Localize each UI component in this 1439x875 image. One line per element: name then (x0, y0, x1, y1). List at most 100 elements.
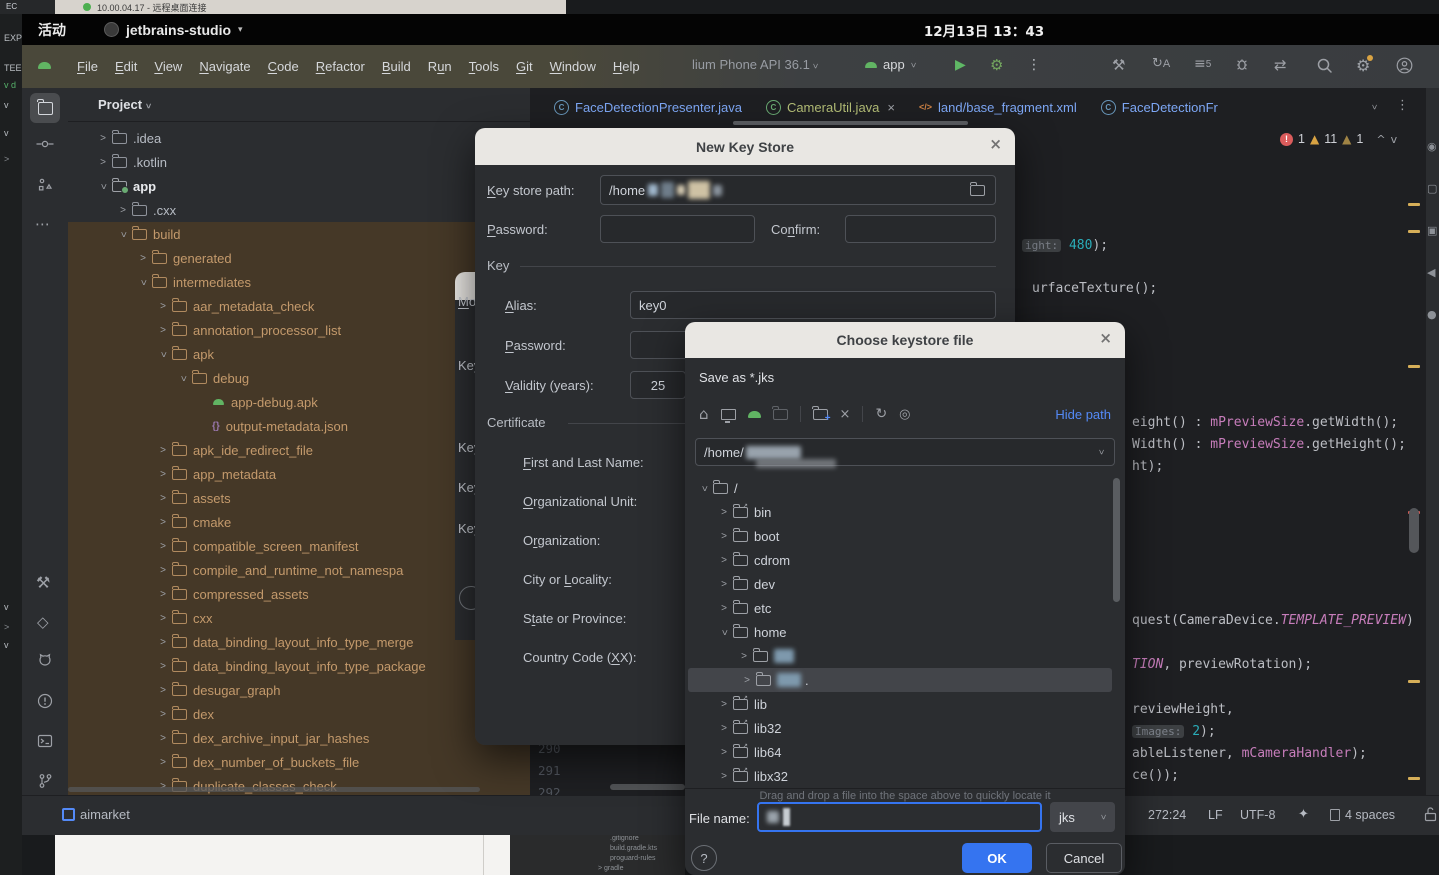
tree-chevron-icon[interactable]: > (717, 603, 731, 614)
tree-chevron-icon[interactable]: > (717, 699, 731, 710)
project-directory-icon[interactable] (773, 409, 788, 420)
tree-chevron-icon[interactable]: > (717, 507, 731, 518)
settings-icon[interactable]: ⚙ (1356, 56, 1370, 75)
tree-chevron-icon[interactable]: > (156, 325, 170, 336)
scrollbar-error-stripe[interactable] (1408, 680, 1420, 683)
tree-chevron-icon[interactable]: > (156, 565, 170, 576)
file-tree-item[interactable]: >cdrom (685, 548, 1125, 572)
menu-item-help[interactable]: Help (613, 59, 640, 74)
prev-problem-icon[interactable]: ^ (1376, 133, 1385, 146)
notifications-icon[interactable]: ◉ (1427, 140, 1437, 153)
git-branch-tool-icon[interactable] (38, 773, 53, 789)
tree-chevron-icon[interactable]: > (98, 179, 109, 193)
highlighting-level-icon[interactable]: ✦ (1298, 807, 1309, 822)
file-name-input[interactable] (757, 802, 1042, 832)
scrollbar-thumb[interactable] (1409, 508, 1419, 553)
run-tasks-list-icon[interactable]: ≡5 (1194, 56, 1211, 72)
project-tree-item[interactable]: >desugar_graph (68, 678, 530, 702)
tree-chevron-icon[interactable]: > (156, 637, 170, 648)
more-tool-windows-icon[interactable]: ⋯ (35, 215, 50, 233)
tree-chevron-icon[interactable]: > (156, 685, 170, 696)
sync-project-icon[interactable]: ⇄ (1274, 56, 1287, 74)
build-tool-icon[interactable]: ⚒ (36, 573, 50, 592)
activities-button[interactable]: 活动 (38, 20, 66, 40)
terminal-tool-icon[interactable] (37, 733, 53, 749)
ok-button[interactable]: OK (962, 843, 1032, 873)
project-tree-item[interactable]: >build (68, 222, 530, 246)
profile-icon[interactable] (1396, 57, 1413, 74)
combobox-chevron-icon[interactable]: > (1096, 449, 1106, 454)
tree-chevron-icon[interactable]: > (158, 347, 169, 361)
file-tree-item[interactable]: >↗lib (685, 692, 1125, 716)
android-sdk-icon[interactable] (748, 411, 761, 418)
scrollbar-error-stripe[interactable] (1408, 365, 1420, 368)
close-icon[interactable]: × (1099, 331, 1112, 346)
code-line[interactable]: ableListener, mCameraHandler); (1132, 746, 1367, 761)
menu-item-edit[interactable]: Edit (115, 59, 137, 74)
run-configuration-selector[interactable]: app > (865, 57, 916, 72)
device-selector[interactable]: lium Phone API 36.1 > (692, 57, 819, 72)
editor-scrollbar-horizontal[interactable] (610, 784, 685, 790)
editor-tab[interactable]: CFaceDetectionFr (1089, 88, 1230, 126)
tree-scrollbar[interactable] (1113, 478, 1120, 602)
code-line[interactable]: quest(CameraDevice.TEMPLATE_PREVIEW) (1132, 613, 1414, 628)
code-line[interactable]: ce()); (1132, 768, 1179, 783)
key-store-path-input[interactable]: /home (600, 175, 996, 205)
search-everywhere-icon[interactable] (1316, 57, 1333, 74)
scrollbar-error-stripe[interactable] (1408, 230, 1420, 233)
more-actions-icon[interactable]: ⋮ (1027, 57, 1041, 73)
tree-chevron-icon[interactable]: > (156, 757, 170, 768)
tabs-more-icon[interactable]: ⋮ (1396, 98, 1409, 113)
path-combobox[interactable]: /home/ > (695, 438, 1115, 466)
help-button[interactable]: ? (691, 845, 717, 871)
tree-chevron-icon[interactable]: > (740, 675, 754, 686)
browse-folder-icon[interactable] (970, 185, 985, 196)
tree-chevron-icon[interactable]: > (156, 733, 170, 744)
tree-chevron-icon[interactable]: > (156, 301, 170, 312)
file-tree-item[interactable]: >etc (685, 596, 1125, 620)
code-line[interactable]: ht); (1132, 459, 1163, 474)
lock-icon[interactable] (1424, 807, 1437, 822)
confirm-input[interactable] (845, 215, 996, 243)
inspections-widget[interactable]: ! 1 ▲ 11 ▲ 1 ^ v (1280, 132, 1397, 146)
tab-close-icon[interactable]: × (887, 100, 895, 115)
file-tree-item[interactable]: >↗libx32 (685, 764, 1125, 788)
file-tree-item[interactable]: >boot (685, 524, 1125, 548)
tree-chevron-icon[interactable]: > (116, 205, 130, 216)
tree-chevron-icon[interactable]: > (96, 157, 110, 168)
debug-attach-icon[interactable] (1234, 56, 1250, 72)
gem-plugin-icon[interactable]: ◇ (37, 613, 49, 631)
menu-item-file[interactable]: File (77, 59, 98, 74)
menu-item-refactor[interactable]: Refactor (316, 59, 365, 74)
project-tree-item[interactable]: >.idea (68, 126, 530, 150)
cancel-button[interactable]: Cancel (1046, 843, 1122, 873)
editor-scrollbar-vertical[interactable] (1406, 128, 1422, 800)
alias-input[interactable]: key0 (630, 291, 996, 319)
tree-chevron-icon[interactable]: > (156, 469, 170, 480)
tree-chevron-icon[interactable]: > (156, 709, 170, 720)
tree-chevron-icon[interactable]: > (156, 541, 170, 552)
project-scrollbar-horizontal[interactable] (68, 787, 480, 792)
dialog-titlebar[interactable]: New Key Store × (475, 128, 1015, 165)
code-line[interactable]: Width() : mPreviewSize.getHeight(); (1132, 437, 1406, 452)
tree-chevron-icon[interactable]: > (156, 517, 170, 528)
tree-chevron-icon[interactable]: > (717, 579, 731, 590)
gradle-icon[interactable]: ● (1427, 308, 1437, 321)
password-input[interactable] (600, 215, 755, 243)
status-line-separator[interactable]: LF (1208, 808, 1223, 822)
file-tree-item[interactable]: >↗lib32 (685, 716, 1125, 740)
tree-chevron-icon[interactable]: > (717, 555, 731, 566)
scrollbar-error-stripe[interactable] (1408, 777, 1420, 780)
commit-tool-icon[interactable] (36, 137, 54, 151)
code-line[interactable]: ight: 480); (1022, 238, 1108, 253)
tree-chevron-icon[interactable]: > (719, 625, 730, 639)
code-line[interactable]: reviewHeight, (1132, 702, 1234, 717)
project-tree-item[interactable]: >dex_number_of_buckets_file (68, 750, 530, 774)
new-folder-icon[interactable]: + (813, 409, 828, 420)
tree-chevron-icon[interactable]: > (118, 227, 129, 241)
emulator-icon[interactable]: ▣ (1427, 224, 1437, 237)
menu-item-navigate[interactable]: Navigate (199, 59, 250, 74)
file-tree-item[interactable]: >/ (685, 476, 1125, 500)
project-tree-item[interactable]: >app (68, 174, 530, 198)
file-tree-item[interactable]: >↗bin (685, 500, 1125, 524)
